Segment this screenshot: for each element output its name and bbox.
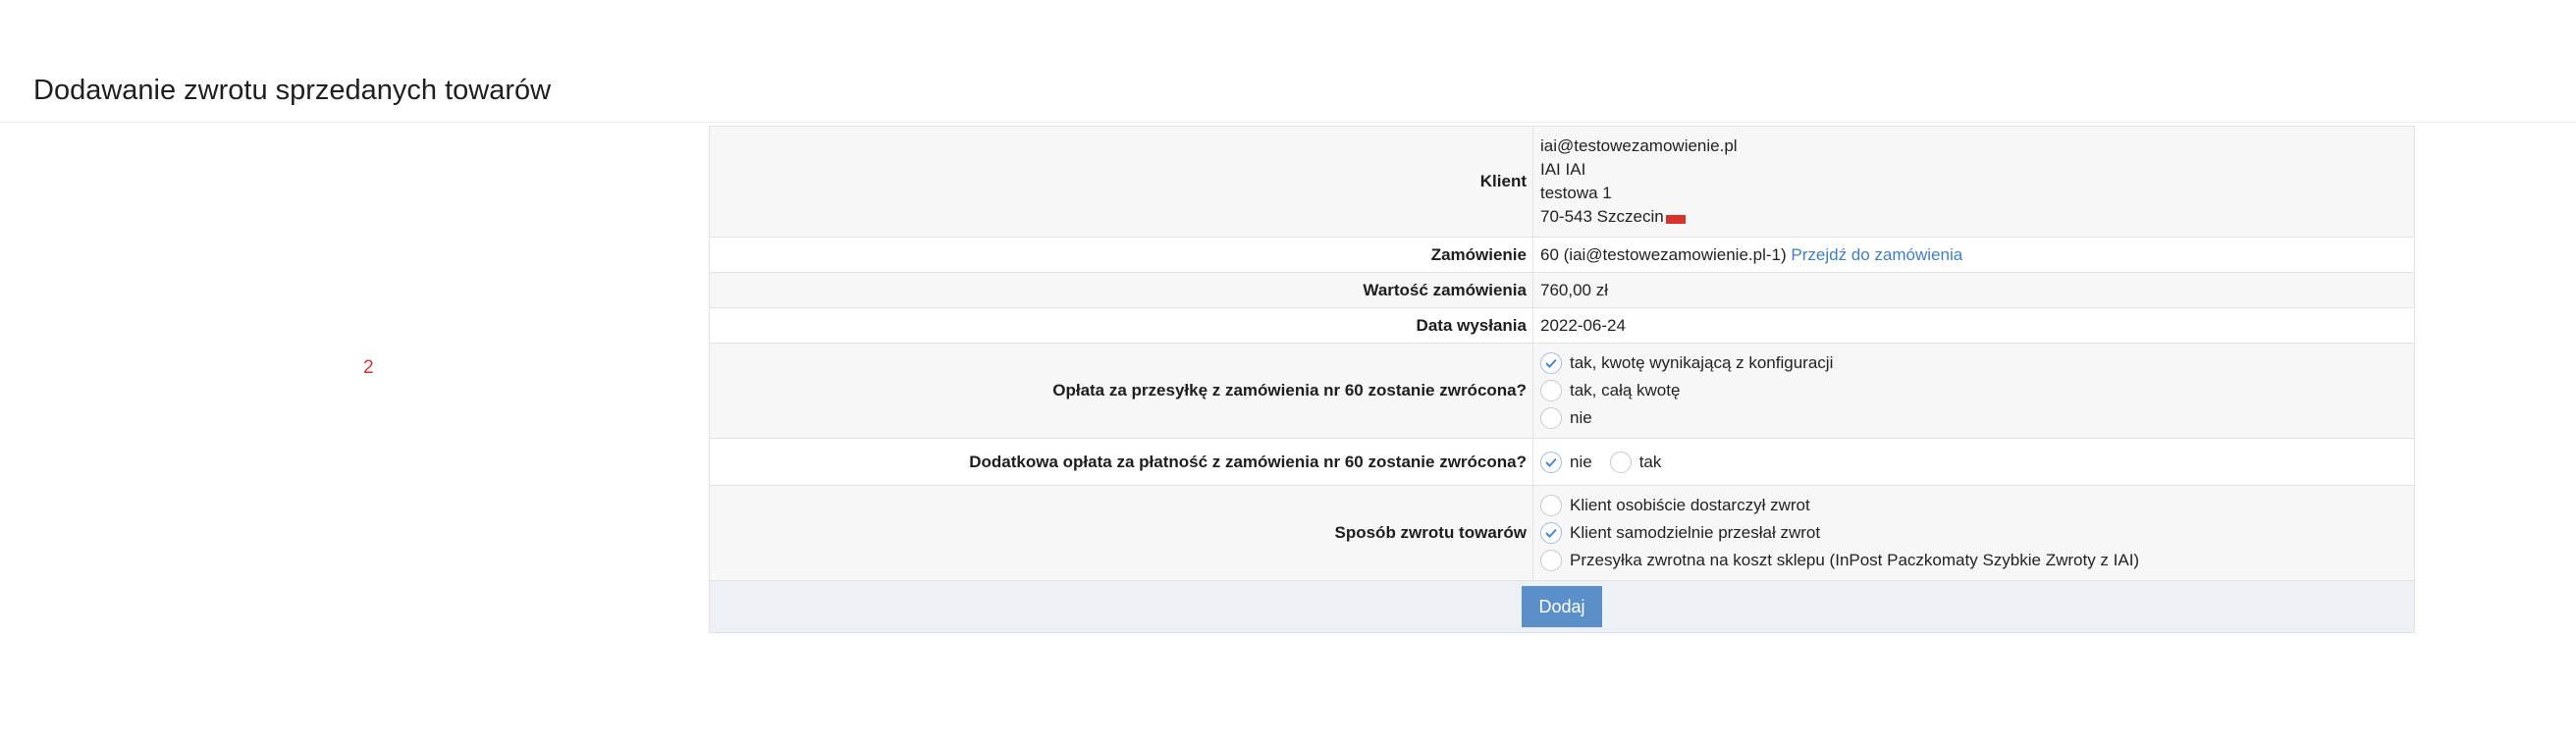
- order-value-label: Wartość zamówienia: [709, 272, 1533, 308]
- radio-button[interactable]: [1540, 380, 1562, 401]
- order-value-amount: 760,00 zł: [1532, 272, 2415, 308]
- radio-label: tak: [1638, 452, 1662, 471]
- shipping-fee-row: Opłata za przesyłkę z zamówienia nr 60 z…: [709, 343, 2415, 439]
- shipping-fee-option[interactable]: tak, całą kwotę: [1540, 377, 2414, 404]
- return-method-label: Sposób zwrotu towarów: [709, 485, 1533, 581]
- radio-label: nie: [1570, 408, 1592, 427]
- radio-button[interactable]: [1609, 451, 1632, 473]
- title-divider: [0, 122, 2576, 123]
- radio-label: Klient samodzielnie przesłał zwrot: [1570, 523, 1821, 542]
- client-email: iai@testowezamowienie.pl: [1540, 136, 1738, 155]
- client-row: Klient iai@testowezamowienie.pl IAI IAI …: [709, 126, 2415, 238]
- return-method-option[interactable]: Klient osobiście dostarczył zwrot: [1540, 492, 2414, 519]
- client-street: testowa 1: [1540, 184, 1612, 202]
- send-date-label: Data wysłania: [709, 307, 1533, 344]
- form-footer-row: Dodaj: [709, 580, 2415, 633]
- add-button[interactable]: Dodaj: [1522, 586, 1602, 627]
- shipping-fee-option[interactable]: tak, kwotę wynikającą z konfiguracji: [1540, 349, 2414, 377]
- country-flag-icon: [1665, 215, 1686, 224]
- order-value: 60 (iai@testowezamowienie.pl-1) Przejdź …: [1532, 237, 2415, 273]
- radio-label: tak, całą kwotę: [1570, 381, 1681, 400]
- payment-fee-label: Dodatkowa opłata za płatność z zamówieni…: [709, 438, 1533, 486]
- client-value: iai@testowezamowienie.pl IAI IAI testowa…: [1532, 126, 2415, 238]
- payment-fee-options: nie tak: [1532, 438, 2415, 486]
- radio-button[interactable]: [1540, 352, 1562, 374]
- shipping-fee-label: Opłata za przesyłkę z zamówienia nr 60 z…: [709, 343, 1533, 439]
- return-form-table: Klient iai@testowezamowienie.pl IAI IAI …: [709, 126, 2415, 633]
- radio-button[interactable]: [1540, 550, 1562, 571]
- client-city: 70-543 Szczecin: [1540, 207, 1664, 226]
- page-title: Dodawanie zwrotu sprzedanych towarów: [33, 75, 552, 106]
- radio-label: Przesyłka zwrotna na koszt sklepu (InPos…: [1570, 551, 2140, 569]
- client-name: IAI IAI: [1540, 160, 1586, 179]
- send-date-row: Data wysłania 2022-06-24: [709, 307, 2415, 344]
- radio-button[interactable]: [1540, 407, 1562, 429]
- radio-button[interactable]: [1540, 451, 1562, 473]
- go-to-order-link[interactable]: Przejdź do zamówienia: [1791, 245, 1962, 264]
- shipping-fee-options: tak, kwotę wynikającą z konfiguracji tak…: [1532, 343, 2415, 439]
- radio-label: tak, kwotę wynikającą z konfiguracji: [1570, 353, 1834, 372]
- return-method-option[interactable]: Przesyłka zwrotna na koszt sklepu (InPos…: [1540, 547, 2414, 574]
- return-method-row: Sposób zwrotu towarów Klient osobiście d…: [709, 485, 2415, 581]
- radio-label: nie: [1570, 452, 1592, 471]
- client-city-line: 70-543 Szczecin: [1540, 205, 2414, 229]
- shipping-fee-option[interactable]: nie: [1540, 404, 2414, 432]
- payment-fee-row: Dodatkowa opłata za płatność z zamówieni…: [709, 438, 2415, 486]
- return-method-options: Klient osobiście dostarczył zwrot Klient…: [1532, 485, 2415, 581]
- send-date-value: 2022-06-24: [1532, 307, 2415, 344]
- radio-label: Klient osobiście dostarczył zwrot: [1570, 496, 1810, 514]
- radio-button[interactable]: [1540, 522, 1562, 544]
- client-label: Klient: [709, 126, 1533, 238]
- return-method-option[interactable]: Klient samodzielnie przesłał zwrot: [1540, 519, 2414, 547]
- radio-button[interactable]: [1540, 495, 1562, 516]
- side-number: 2: [363, 357, 374, 378]
- form-footer: Dodaj: [709, 580, 2415, 633]
- order-label: Zamówienie: [709, 237, 1533, 273]
- order-row: Zamówienie 60 (iai@testowezamowienie.pl-…: [709, 237, 2415, 273]
- order-value-row: Wartość zamówienia 760,00 zł: [709, 272, 2415, 308]
- order-text: 60 (iai@testowezamowienie.pl-1): [1540, 244, 1787, 264]
